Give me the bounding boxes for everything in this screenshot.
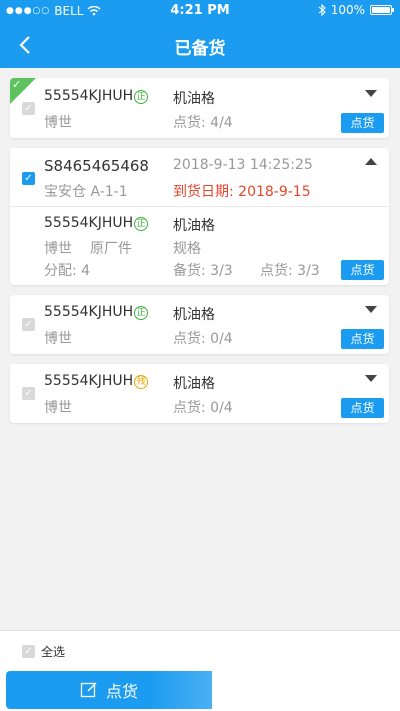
prepared-count: 备货: 3/3 bbox=[173, 263, 233, 279]
expand-arrow-icon[interactable] bbox=[365, 90, 377, 97]
part-type: 原厂件 bbox=[90, 241, 132, 257]
select-all[interactable]: ✓ 全选 bbox=[22, 643, 65, 660]
select-all-checkbox[interactable]: ✓ bbox=[22, 645, 35, 658]
bottom-action-bar: ✓ 全选 点货 bbox=[0, 630, 400, 711]
part-code: 55554KJHUH bbox=[44, 304, 134, 320]
collapse-arrow-icon[interactable] bbox=[365, 158, 377, 165]
count-goods-label: 点货 bbox=[105, 682, 138, 701]
part-category: 机油格 bbox=[173, 91, 215, 107]
order-card-4[interactable]: ✓ 55554KJHUH 残 机油格 博世 点货: 0/4 点货 bbox=[10, 364, 389, 423]
allocation-count: 分配: 4 bbox=[44, 263, 91, 279]
check-icon: ✓ bbox=[12, 78, 22, 91]
battery-icon bbox=[370, 5, 394, 15]
genuine-badge: 正 bbox=[134, 306, 149, 320]
count-button[interactable]: 点货 bbox=[341, 398, 384, 418]
part-code: 55554KJHUH bbox=[44, 88, 134, 104]
count-status: 点货: 4/4 bbox=[173, 115, 233, 131]
divider bbox=[10, 206, 389, 207]
count-status: 点货: 0/4 bbox=[173, 400, 233, 416]
count-button[interactable]: 点货 bbox=[341, 113, 384, 133]
count-status: 点货: 0/4 bbox=[173, 331, 233, 347]
part-category: 机油格 bbox=[173, 307, 215, 323]
order-number: S8465465468 bbox=[44, 157, 149, 175]
count-goods-button[interactable]: 点货 bbox=[6, 671, 212, 709]
count-status: 点货: 3/3 bbox=[260, 263, 320, 279]
warehouse-location: 宝安仓 A-1-1 bbox=[44, 184, 128, 200]
part-brand: 博世 bbox=[44, 331, 72, 347]
expand-arrow-icon[interactable] bbox=[365, 306, 377, 313]
part-brand: 博世 bbox=[44, 241, 72, 257]
navigation-bar: 已备货 bbox=[0, 22, 400, 68]
select-all-label: 全选 bbox=[41, 645, 66, 659]
status-bar: ●●●○○ BELL 4:21 PM 100% bbox=[0, 0, 400, 22]
order-checkbox[interactable]: ✓ bbox=[22, 172, 35, 185]
item-checkbox[interactable]: ✓ bbox=[22, 102, 35, 115]
part-brand: 博世 bbox=[44, 115, 72, 131]
part-spec: 规格 bbox=[173, 241, 201, 257]
item-checkbox[interactable]: ✓ bbox=[22, 387, 35, 400]
item-checkbox[interactable]: ✓ bbox=[22, 318, 35, 331]
part-code: 55554KJHUH bbox=[44, 373, 134, 389]
count-button[interactable]: 点货 bbox=[341, 329, 384, 349]
part-code: 55554KJHUH bbox=[44, 215, 134, 231]
genuine-badge: 正 bbox=[134, 90, 149, 104]
order-card-3[interactable]: ✓ 55554KJHUH 正 机油格 博世 点货: 0/4 点货 bbox=[10, 295, 389, 354]
count-button[interactable]: 点货 bbox=[341, 260, 384, 280]
order-card-1[interactable]: ✓ ✓ 55554KJHUH 正 机油格 博世 点货: 4/4 点货 bbox=[10, 78, 389, 138]
order-datetime: 2018-9-13 14:25:25 bbox=[173, 157, 313, 173]
battery-percent: 100% bbox=[330, 3, 365, 17]
arrival-date: 到货日期: 2018-9-15 bbox=[173, 184, 311, 200]
part-category: 机油格 bbox=[173, 376, 215, 392]
genuine-badge: 正 bbox=[134, 217, 149, 231]
part-brand: 博世 bbox=[44, 400, 72, 416]
page-title: 已备货 bbox=[174, 39, 226, 59]
edit-icon bbox=[80, 682, 97, 698]
expand-arrow-icon[interactable] bbox=[365, 375, 377, 382]
bluetooth-icon bbox=[318, 4, 326, 16]
order-card-2[interactable]: ✓ S8465465468 2018-9-13 14:25:25 宝安仓 A-1… bbox=[10, 148, 389, 285]
defective-badge: 残 bbox=[134, 375, 149, 389]
part-category: 机油格 bbox=[173, 218, 215, 234]
